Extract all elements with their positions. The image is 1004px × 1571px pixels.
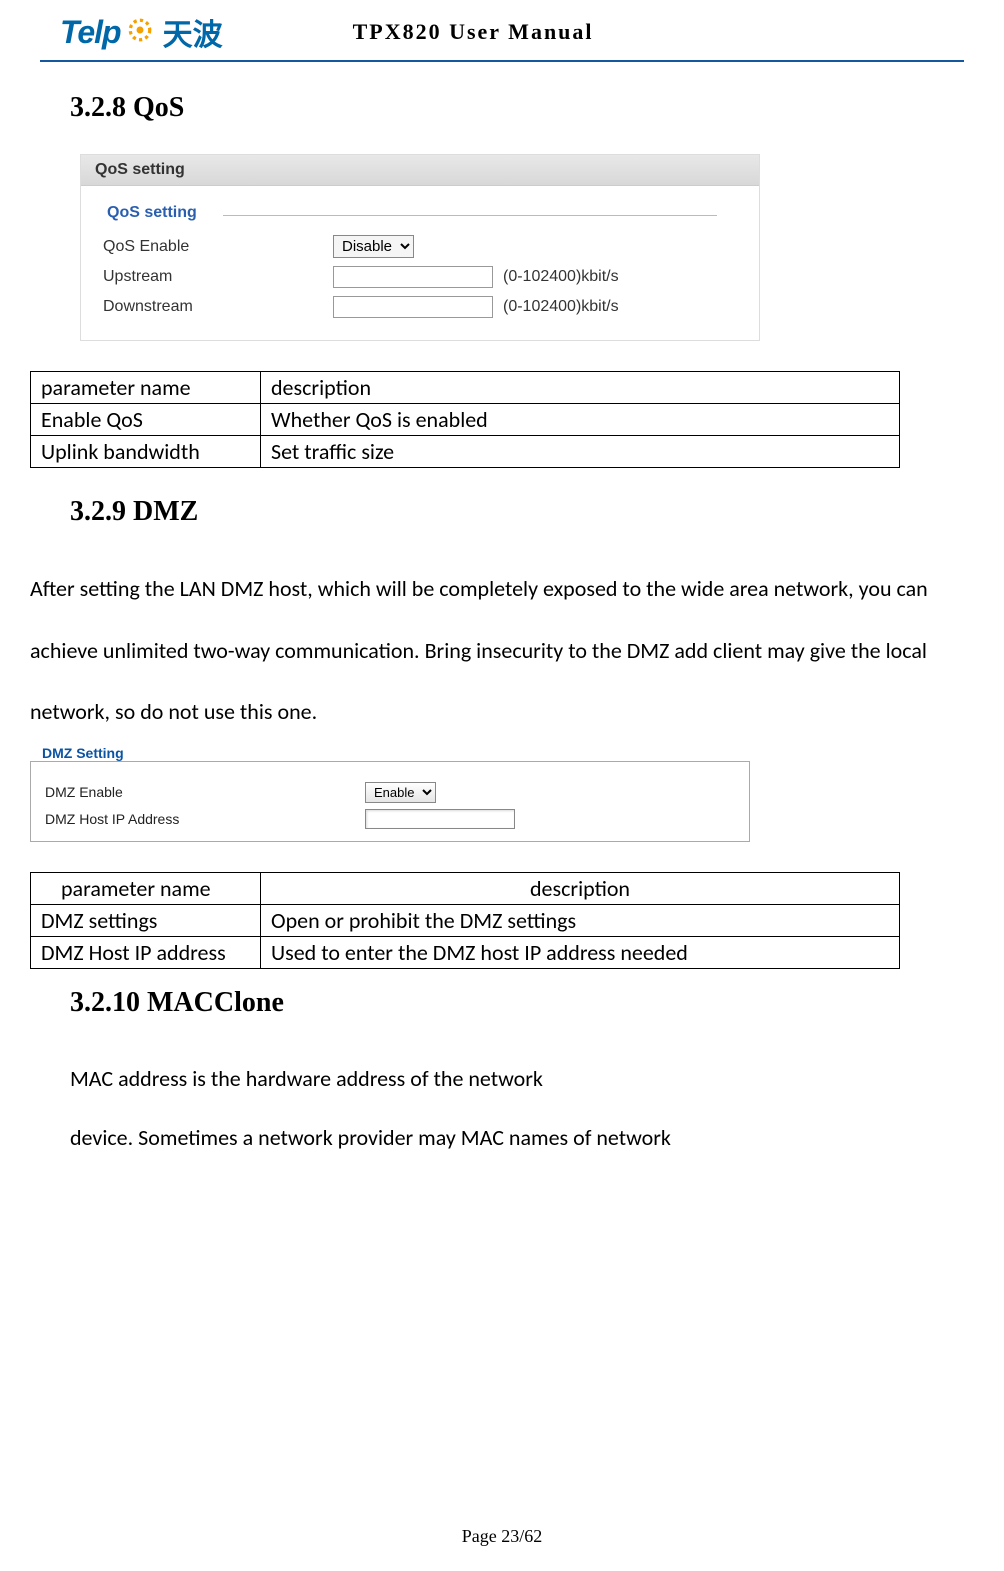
dmz-enable-select[interactable]: Enable — [365, 782, 436, 803]
qos-upstream-input[interactable] — [333, 266, 493, 288]
table-header-param: parameter name — [31, 372, 261, 404]
logo-text: Telp — [60, 14, 121, 51]
dmz-host-label: DMZ Host IP Address — [45, 811, 365, 827]
qos-downstream-label: Downstream — [103, 298, 333, 316]
brand-logo: Telp 天波 — [60, 10, 223, 54]
gear-icon — [127, 17, 153, 48]
macclone-line-1: MAC address is the hardware address of t… — [70, 1049, 944, 1108]
table-cell: Uplink bandwidth — [31, 436, 261, 468]
manual-title: TPX820 User Manual — [353, 19, 594, 45]
table-cell: Used to enter the DMZ host IP address ne… — [261, 936, 900, 968]
table-cell: DMZ Host IP address — [31, 936, 261, 968]
table-cell: DMZ settings — [31, 904, 261, 936]
page-header: Telp 天波 TPX820 User Manual — [0, 0, 1004, 54]
qos-setting-screenshot: QoS setting QoS setting QoS Enable Disab… — [80, 154, 760, 341]
qos-enable-select[interactable]: Disable — [333, 235, 414, 258]
qos-upstream-label: Upstream — [103, 268, 333, 286]
table-cell: Enable QoS — [31, 404, 261, 436]
section-3-2-8-title: 3.2.8 QoS — [70, 92, 944, 124]
qos-enable-label: QoS Enable — [103, 238, 333, 256]
dmz-enable-label: DMZ Enable — [45, 784, 365, 800]
table-header-desc: description — [261, 372, 900, 404]
dmz-legend: DMZ Setting — [38, 745, 128, 761]
qos-titlebar: QoS setting — [81, 155, 759, 186]
qos-param-table: parameter name description Enable QoS Wh… — [30, 371, 900, 468]
table-cell: Open or prohibit the DMZ settings — [261, 904, 900, 936]
table-cell: Set traffic size — [261, 436, 900, 468]
section-3-2-10-title: 3.2.10 MACClone — [70, 987, 944, 1019]
table-header-param: parameter name — [31, 872, 261, 904]
dmz-setting-screenshot: DMZ Setting DMZ Enable Enable DMZ Host I… — [30, 745, 750, 842]
dmz-param-table: parameter name description DMZ settings … — [30, 872, 900, 969]
table-header-desc: description — [261, 872, 900, 904]
table-cell: Whether QoS is enabled — [261, 404, 900, 436]
macclone-line-2: device. Sometimes a network provider may… — [70, 1108, 944, 1167]
logo-chinese: 天波 — [163, 10, 223, 54]
qos-legend: QoS setting — [101, 204, 203, 222]
section-3-2-9-title: 3.2.9 DMZ — [70, 496, 944, 528]
qos-upstream-unit: (0-102400)kbit/s — [503, 268, 619, 286]
page-footer: Page 23/62 — [0, 1526, 1004, 1547]
dmz-description: After setting the LAN DMZ host, which wi… — [30, 558, 944, 743]
qos-downstream-input[interactable] — [333, 296, 493, 318]
dmz-host-input[interactable] — [365, 809, 515, 829]
qos-downstream-unit: (0-102400)kbit/s — [503, 298, 619, 316]
